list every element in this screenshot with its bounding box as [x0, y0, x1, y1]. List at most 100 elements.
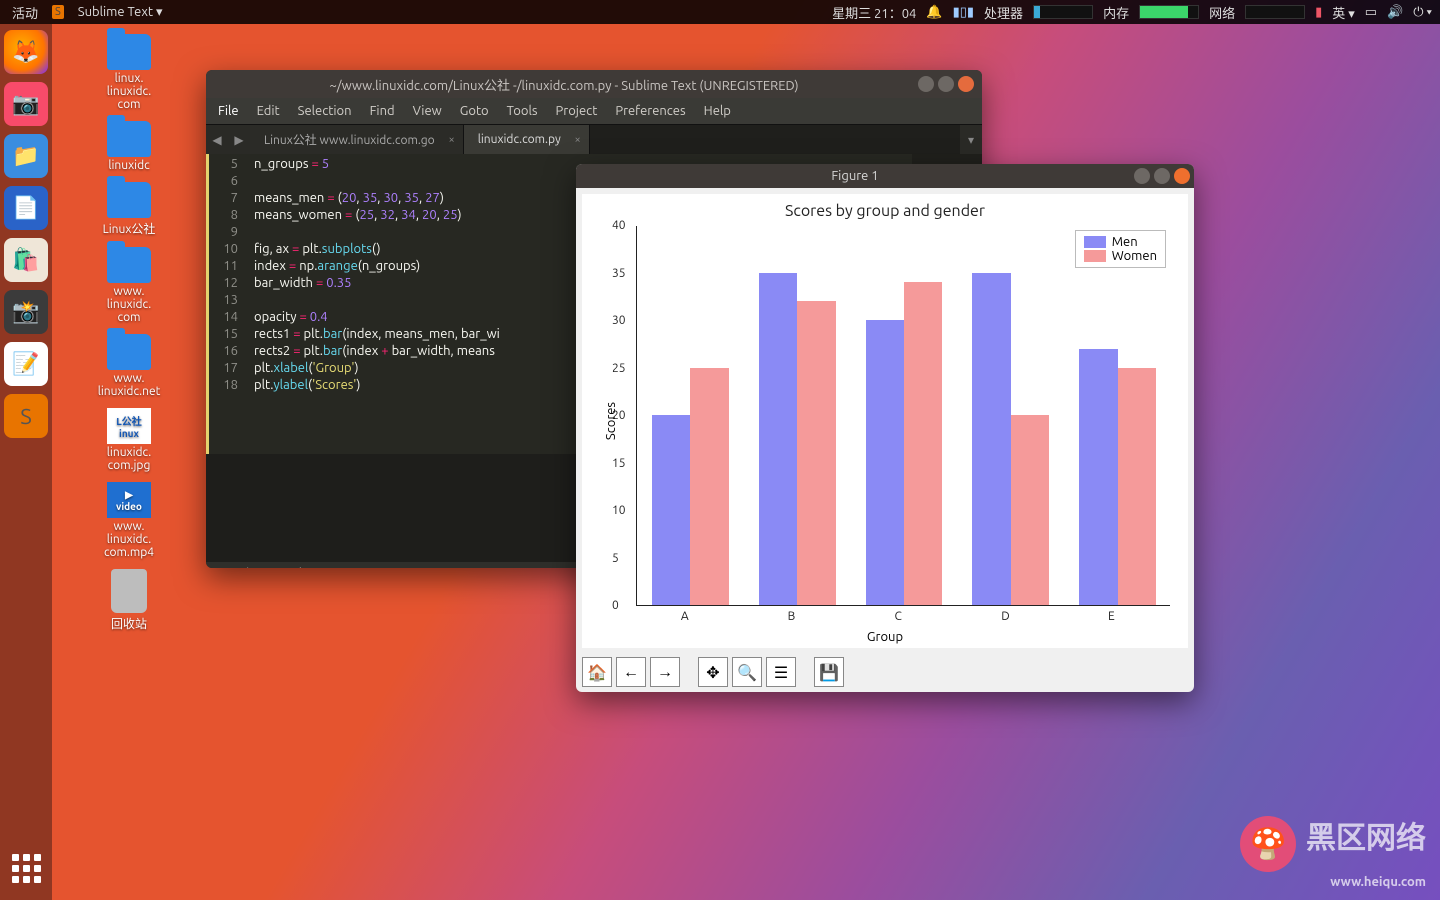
show-applications[interactable]	[8, 850, 44, 886]
tab-close-icon[interactable]: ×	[448, 134, 454, 146]
bar-men-D	[972, 273, 1010, 606]
minimize-button[interactable]	[918, 76, 934, 92]
net-label: 网络	[1209, 3, 1235, 22]
tab-next[interactable]: ▶	[228, 125, 250, 154]
bar-women-D	[1011, 415, 1049, 605]
desktop-folder[interactable]: www. linuxidc.net	[74, 334, 184, 398]
app-menu[interactable]: Sublime Text ▾	[74, 5, 167, 20]
plot-canvas: Scores by group and gender Scores Group …	[582, 194, 1188, 648]
dock-text[interactable]: 📝	[4, 342, 48, 386]
desktop-folder[interactable]: Linux公社	[74, 182, 184, 237]
panel-switcher-icon[interactable]	[216, 568, 230, 569]
back-button[interactable]: ←	[616, 657, 646, 687]
configure-button[interactable]: ☰	[766, 657, 796, 687]
desktop-trash[interactable]: 回收站	[74, 569, 184, 632]
menu-view[interactable]: View	[413, 104, 442, 118]
status-position: Line 26, Column 1	[240, 567, 336, 569]
dock-software[interactable]: 🛍️	[4, 238, 48, 282]
tab-close-icon[interactable]: ×	[575, 134, 581, 146]
clock[interactable]: 星期三 21：04	[832, 3, 916, 22]
tab-go-file[interactable]: Linux公社 www.linuxidc.com.go×	[250, 125, 464, 154]
figure-titlebar[interactable]: Figure 1	[576, 164, 1194, 188]
bar-men-B	[759, 273, 797, 606]
ytick: 25	[612, 362, 626, 375]
ytick: 30	[612, 314, 626, 327]
dock-firefox[interactable]: 🦊	[4, 30, 48, 74]
x-axis-label: Group	[867, 630, 903, 644]
menu-tools[interactable]: Tools	[507, 104, 538, 118]
ytick: 5	[612, 552, 619, 565]
menu-file[interactable]: File	[218, 104, 239, 118]
power-icon[interactable]: ⏻ ▾	[1413, 5, 1432, 20]
minimize-button[interactable]	[1134, 168, 1150, 184]
legend-swatch-women	[1084, 250, 1106, 262]
bar-men-A	[652, 415, 690, 605]
zoom-button[interactable]: 🔍	[732, 657, 762, 687]
tab-menu[interactable]: ▾	[960, 125, 982, 154]
network-icon[interactable]: ▭	[1365, 5, 1377, 20]
dnd-icon[interactable]: ▮	[1315, 5, 1322, 20]
ime-indicator[interactable]: 英 ▾	[1332, 3, 1355, 22]
ytick: 20	[612, 409, 626, 422]
mem-graph	[1139, 5, 1199, 19]
desktop-icons: linux. linuxidc. com linuxidc Linux公社 ww…	[74, 34, 184, 642]
desktop-video[interactable]: ▶videowww. linuxidc. com.mp4	[74, 482, 184, 559]
dock-sublime[interactable]: S	[4, 394, 48, 438]
dock-screenshot[interactable]: 📷	[4, 82, 48, 126]
window-title: ~/www.linuxidc.com/Linux公社 -/linuxidc.co…	[214, 75, 914, 94]
desktop-folder[interactable]: www. linuxidc. com	[74, 247, 184, 324]
maximize-button[interactable]	[1154, 168, 1170, 184]
desktop-folder[interactable]: linuxidc	[74, 121, 184, 172]
dock-camera[interactable]: 📸	[4, 290, 48, 334]
close-button[interactable]	[1174, 168, 1190, 184]
bar-women-C	[904, 282, 942, 605]
chart-title: Scores by group and gender	[582, 194, 1188, 220]
bar-women-B	[797, 301, 835, 605]
net-graph	[1245, 5, 1305, 19]
home-button[interactable]: 🏠	[582, 657, 612, 687]
ytick: 15	[612, 457, 626, 470]
desktop-image[interactable]: L公社inuxlinuxidc. com.jpg	[74, 408, 184, 472]
ytick: 0	[612, 599, 619, 612]
menu-help[interactable]: Help	[704, 104, 731, 118]
menu-project[interactable]: Project	[556, 104, 598, 118]
menu-edit[interactable]: Edit	[257, 104, 280, 118]
watermark-logo-icon: 🍄	[1240, 816, 1296, 872]
volume-icon[interactable]: 🔊	[1387, 5, 1403, 20]
top-panel: 活动 S Sublime Text ▾ 星期三 21：04 🔔 ▮▯▮ 处理器 …	[0, 0, 1440, 24]
legend: Men Women	[1075, 230, 1166, 268]
ytick: 35	[612, 267, 626, 280]
pan-button[interactable]: ✥	[698, 657, 728, 687]
ytick: 10	[612, 504, 626, 517]
watermark: 🍄 黑区网络 www.heiqu.com	[1240, 813, 1426, 890]
bar-men-C	[866, 320, 904, 605]
menu-goto[interactable]: Goto	[460, 104, 489, 118]
tab-bar: ◀ ▶ Linux公社 www.linuxidc.com.go× linuxid…	[206, 124, 982, 154]
bar-women-E	[1118, 368, 1156, 606]
activities-button[interactable]: 活动	[8, 3, 42, 22]
dock-files[interactable]: 📁	[4, 134, 48, 178]
save-button[interactable]: 💾	[814, 657, 844, 687]
legend-swatch-men	[1084, 236, 1106, 248]
xtick: A	[681, 610, 689, 623]
tab-py-file[interactable]: linuxidc.com.py×	[464, 125, 590, 154]
maximize-button[interactable]	[938, 76, 954, 92]
notification-icon[interactable]: 🔔	[926, 5, 942, 20]
menu-preferences[interactable]: Preferences	[615, 104, 685, 118]
menu-bar: File Edit Selection Find View Goto Tools…	[206, 98, 982, 124]
xtick: E	[1108, 610, 1115, 623]
dock: 🦊 📷 📁 📄 🛍️ 📸 📝 S	[0, 24, 52, 900]
desktop-folder[interactable]: linux. linuxidc. com	[74, 34, 184, 111]
figure-title: Figure 1	[576, 169, 1134, 183]
close-button[interactable]	[958, 76, 974, 92]
menu-selection[interactable]: Selection	[298, 104, 352, 118]
sublime-titlebar[interactable]: ~/www.linuxidc.com/Linux公社 -/linuxidc.co…	[206, 70, 982, 98]
menu-find[interactable]: Find	[370, 104, 395, 118]
sublime-icon: S	[52, 5, 64, 19]
chart-icon[interactable]: ▮▯▮	[953, 5, 974, 20]
forward-button[interactable]: →	[650, 657, 680, 687]
tab-prev[interactable]: ◀	[206, 125, 228, 154]
xtick: B	[788, 610, 796, 623]
dock-writer[interactable]: 📄	[4, 186, 48, 230]
line-gutter: 56789101112131415161718	[206, 154, 246, 454]
